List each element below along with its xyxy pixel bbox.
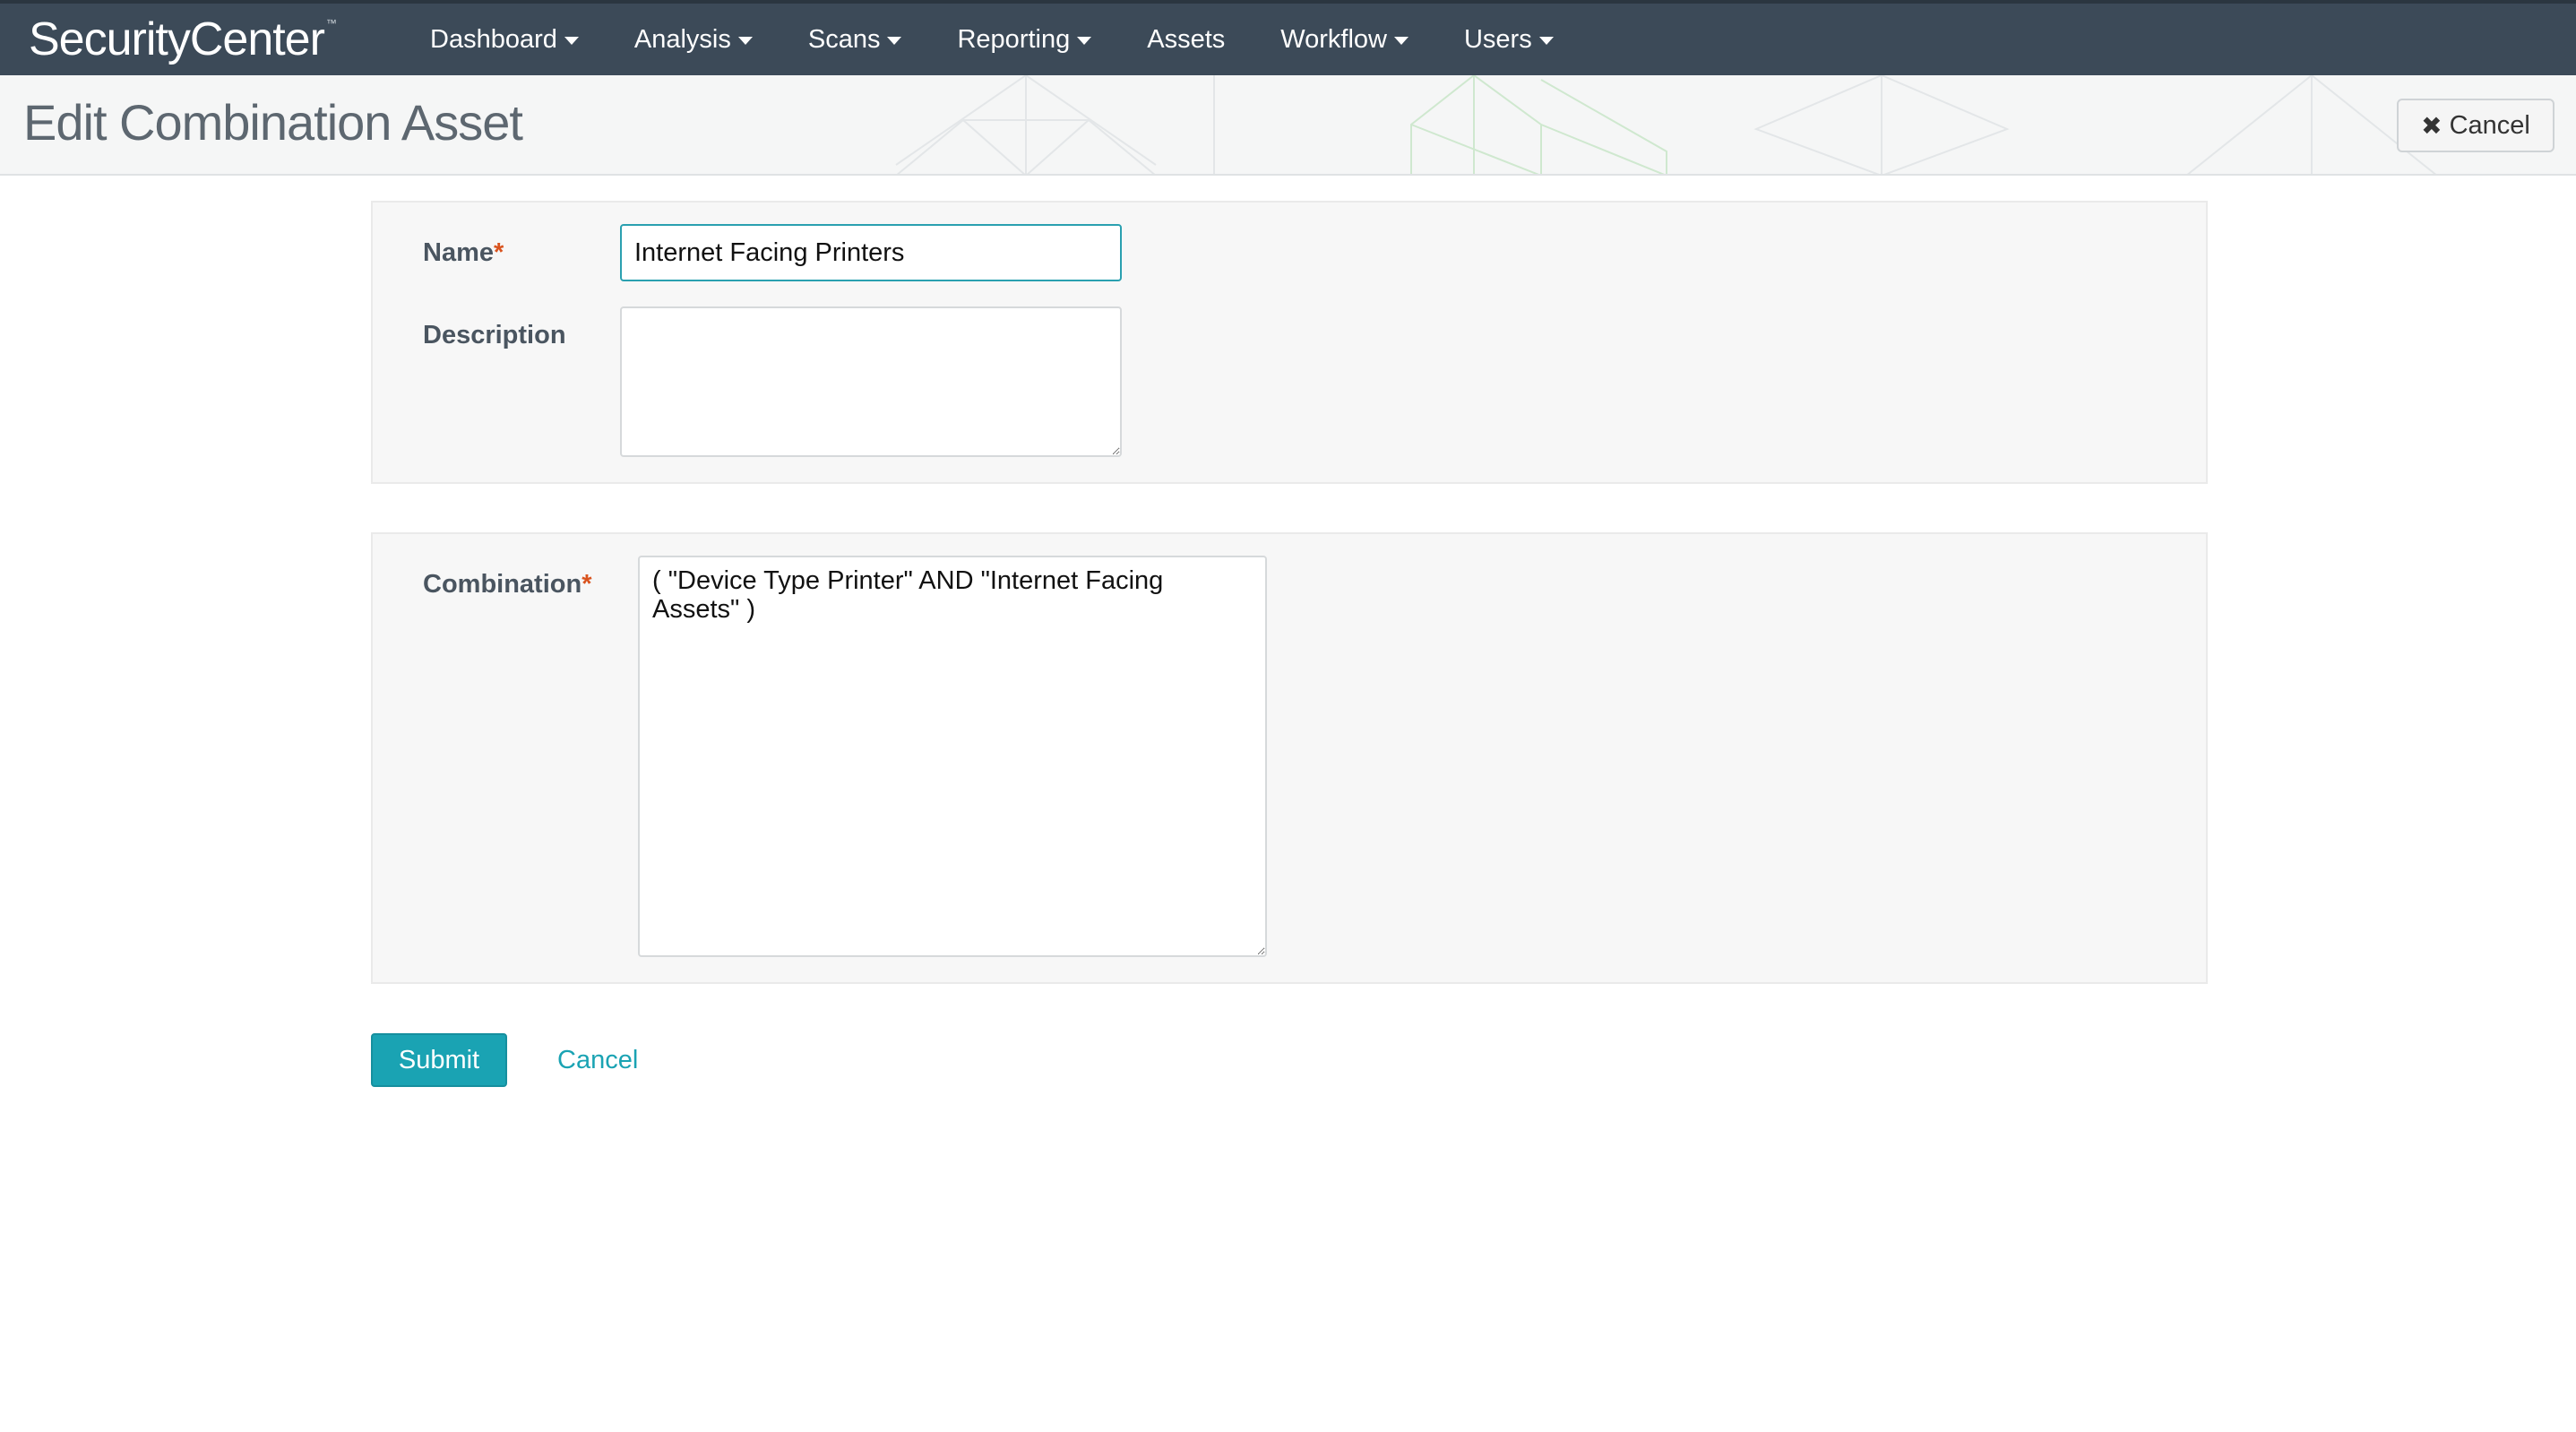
nav-users[interactable]: Users (1464, 25, 1554, 55)
page-header: Edit Combination Asset ✖ Cancel (0, 75, 2576, 176)
brand-trademark: ™ (325, 17, 337, 30)
combination-input[interactable]: ( "Device Type Printer" AND "Internet Fa… (638, 556, 1267, 957)
brand-logo[interactable]: SecurityCenter ™ (29, 5, 337, 73)
brand-name: SecurityCenter (29, 13, 325, 65)
submit-button[interactable]: Submit (371, 1033, 507, 1087)
chevron-down-icon (564, 37, 579, 45)
combination-panel: Combination* ( "Device Type Printer" AND… (371, 532, 2208, 984)
description-label: Description (423, 321, 566, 349)
required-marker: * (494, 238, 504, 267)
name-label: Name* (423, 238, 504, 268)
required-marker: * (582, 570, 592, 599)
close-icon: ✖ (2421, 111, 2442, 140)
nav-scans-label: Scans (807, 24, 881, 54)
nav-assets-label: Assets (1147, 24, 1226, 54)
description-input[interactable] (620, 306, 1122, 457)
combination-label: Combination* (423, 570, 592, 600)
chevron-down-icon (1077, 37, 1092, 45)
nav-users-label: Users (1463, 24, 1532, 54)
general-panel: Name* Description (371, 201, 2208, 484)
nav-analysis-label: Analysis (633, 24, 731, 54)
nav-assets[interactable]: Assets (1147, 25, 1225, 55)
nav-workflow[interactable]: Workflow (1280, 25, 1409, 55)
nav-reporting[interactable]: Reporting (957, 24, 1092, 55)
top-navigation-bar: SecurityCenter ™ Dashboard Analysis Scans… (0, 0, 2576, 75)
page-title: Edit Combination Asset (23, 94, 523, 151)
nav-dashboard[interactable]: Dashboard (430, 25, 579, 55)
nav-dashboard-label: Dashboard (430, 24, 557, 54)
header-cancel-label: Cancel (2449, 110, 2530, 140)
chevron-down-icon (1538, 37, 1554, 45)
cancel-link[interactable]: Cancel (557, 1033, 638, 1087)
name-input[interactable] (620, 224, 1122, 281)
header-cancel-button[interactable]: ✖ Cancel (2397, 99, 2554, 152)
nav-workflow-label: Workflow (1280, 24, 1387, 54)
name-label-text: Name (423, 238, 494, 267)
nav-analysis[interactable]: Analysis (634, 25, 753, 55)
chevron-down-icon (1393, 37, 1409, 45)
combination-label-text: Combination (423, 570, 582, 599)
nav-scans[interactable]: Scans (808, 25, 902, 55)
main-menu: Dashboard Analysis Scans Reporting Asset… (430, 4, 1609, 75)
nav-reporting-label: Reporting (957, 24, 1071, 54)
chevron-down-icon (887, 37, 902, 45)
chevron-down-icon (737, 37, 753, 45)
